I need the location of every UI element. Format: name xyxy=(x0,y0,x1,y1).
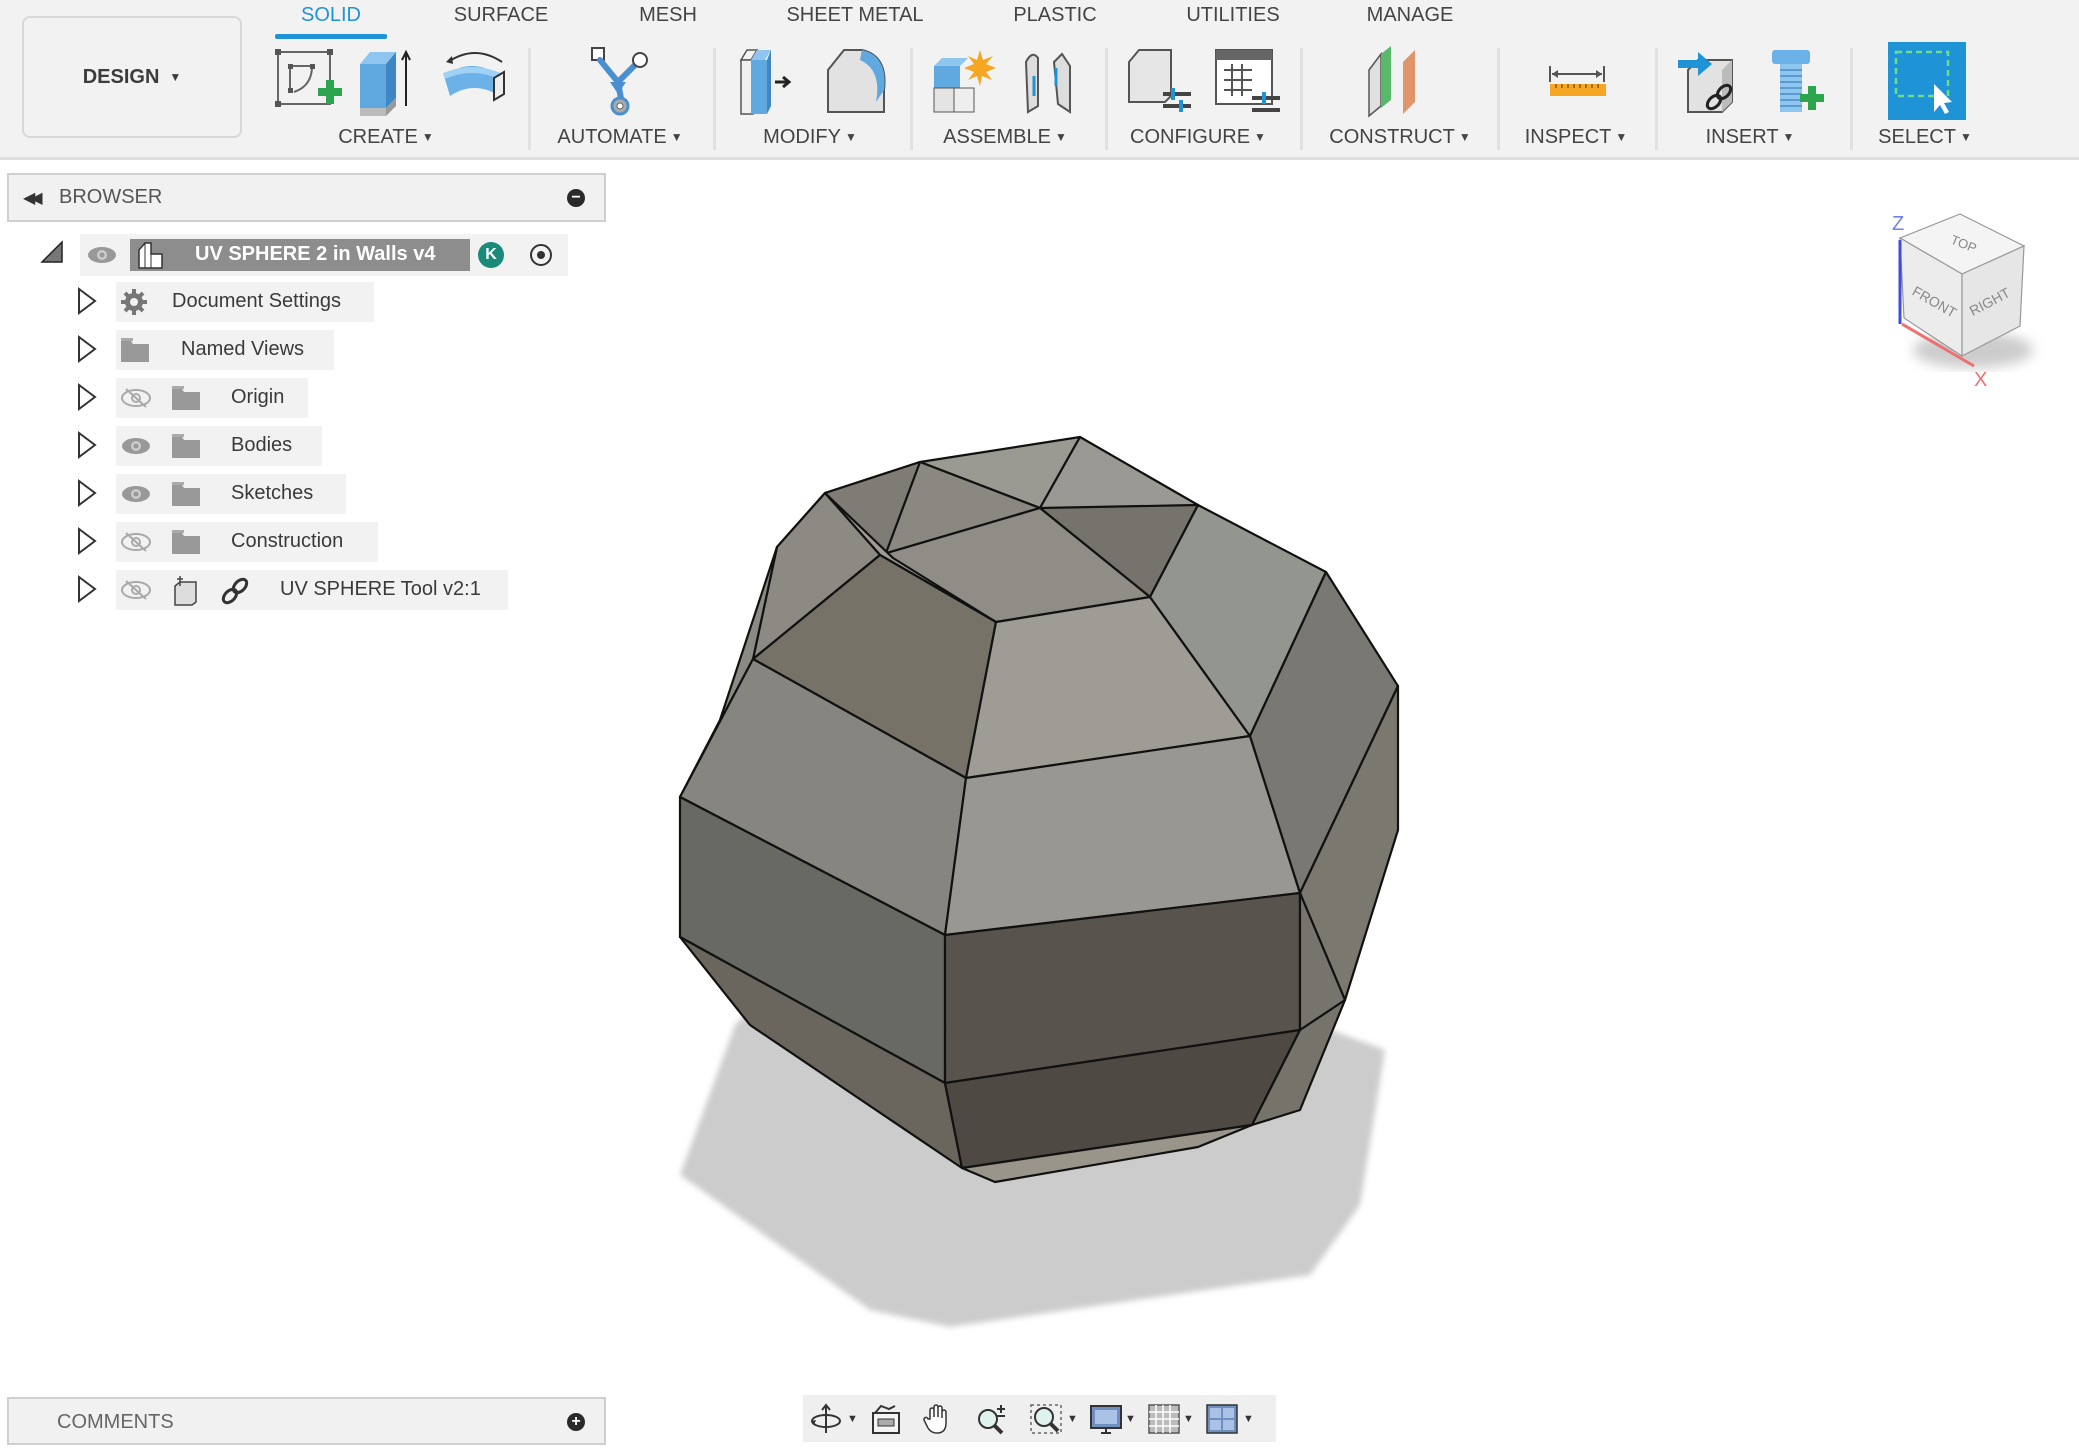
folder-icon xyxy=(172,530,200,554)
expand-arrow-icon[interactable] xyxy=(76,287,98,315)
browser-minimize-button[interactable]: − xyxy=(567,189,585,207)
look-at-icon[interactable] xyxy=(869,1403,903,1435)
zoom-icon[interactable] xyxy=(975,1403,1009,1435)
navigation-toolbar: ▼ ▼ ▼ ▼ ▼ xyxy=(803,1395,1276,1442)
viewcube[interactable]: TOP FRONT RIGHT Z X xyxy=(1878,200,2048,390)
expand-arrow-icon[interactable] xyxy=(76,527,98,555)
tree-item-document-settings[interactable]: Document Settings xyxy=(116,282,374,322)
folder-icon xyxy=(172,434,200,458)
collapse-root-icon[interactable] xyxy=(38,238,66,266)
fit-dropdown[interactable]: ▼ xyxy=(1067,1413,1078,1425)
tree-item-origin[interactable]: Origin xyxy=(116,378,308,418)
component-icon xyxy=(174,576,197,606)
fit-icon[interactable] xyxy=(1029,1403,1063,1435)
tree-item-named-views[interactable]: Named Views xyxy=(116,330,334,370)
item-label: Document Settings xyxy=(172,290,341,312)
z-axis-label: Z xyxy=(1892,213,1904,235)
tree-root-row[interactable]: UV SPHERE 2 in Walls v4 K xyxy=(80,234,568,276)
add-comment-button[interactable]: + xyxy=(567,1413,585,1431)
grid-dropdown[interactable]: ▼ xyxy=(1183,1413,1194,1425)
browser-title: BROWSER xyxy=(59,186,163,208)
item-label: Origin xyxy=(231,386,285,408)
activate-radio-icon[interactable] xyxy=(530,244,552,266)
display-settings-icon[interactable] xyxy=(1089,1403,1123,1435)
expand-arrow-icon[interactable] xyxy=(76,383,98,411)
item-label: Bodies xyxy=(231,434,293,456)
expand-arrow-icon[interactable] xyxy=(76,575,98,603)
expand-arrow-icon[interactable] xyxy=(76,431,98,459)
tree-item-construction[interactable]: Construction xyxy=(116,522,378,562)
user-avatar[interactable]: K xyxy=(478,242,504,268)
comments-title: COMMENTS xyxy=(57,1411,174,1433)
tree-item-uv-sphere-tool[interactable]: UV SPHERE Tool v2:1 xyxy=(116,570,508,610)
expand-arrow-icon[interactable] xyxy=(76,335,98,363)
comments-panel: COMMENTS + xyxy=(7,1397,606,1445)
folder-icon xyxy=(121,338,149,362)
visibility-hidden-icon[interactable] xyxy=(120,531,152,553)
x-axis-label: X xyxy=(1974,369,1987,390)
item-label: Sketches xyxy=(231,482,314,504)
visibility-eye-icon[interactable] xyxy=(86,244,118,266)
folder-icon xyxy=(172,482,200,506)
viewports-dropdown[interactable]: ▼ xyxy=(1243,1413,1254,1425)
item-label: Construction xyxy=(231,530,344,552)
link-icon xyxy=(221,577,249,605)
visibility-hidden-icon[interactable] xyxy=(120,579,152,601)
item-label: Named Views xyxy=(181,338,305,360)
item-label: UV SPHERE Tool v2:1 xyxy=(280,578,481,600)
browser-panel: ◀◀ BROWSER − xyxy=(7,173,606,222)
gear-icon xyxy=(121,289,147,315)
folder-icon xyxy=(172,386,200,410)
tree-item-bodies[interactable]: Bodies xyxy=(116,426,322,466)
grid-icon[interactable] xyxy=(1147,1403,1181,1435)
visibility-eye-icon[interactable] xyxy=(120,483,152,505)
visibility-eye-icon[interactable] xyxy=(120,435,152,457)
visibility-hidden-icon[interactable] xyxy=(120,387,152,409)
component-icon xyxy=(138,242,163,269)
pan-icon[interactable] xyxy=(921,1403,955,1435)
orbit-icon[interactable] xyxy=(809,1403,843,1435)
display-settings-dropdown[interactable]: ▼ xyxy=(1125,1413,1136,1425)
collapse-panel-icon[interactable]: ◀◀ xyxy=(23,188,42,208)
viewports-icon[interactable] xyxy=(1205,1403,1239,1435)
tree-item-sketches[interactable]: Sketches xyxy=(116,474,346,514)
orbit-dropdown[interactable]: ▼ xyxy=(847,1413,858,1425)
root-label: UV SPHERE 2 in Walls v4 xyxy=(195,243,436,265)
expand-arrow-icon[interactable] xyxy=(76,479,98,507)
